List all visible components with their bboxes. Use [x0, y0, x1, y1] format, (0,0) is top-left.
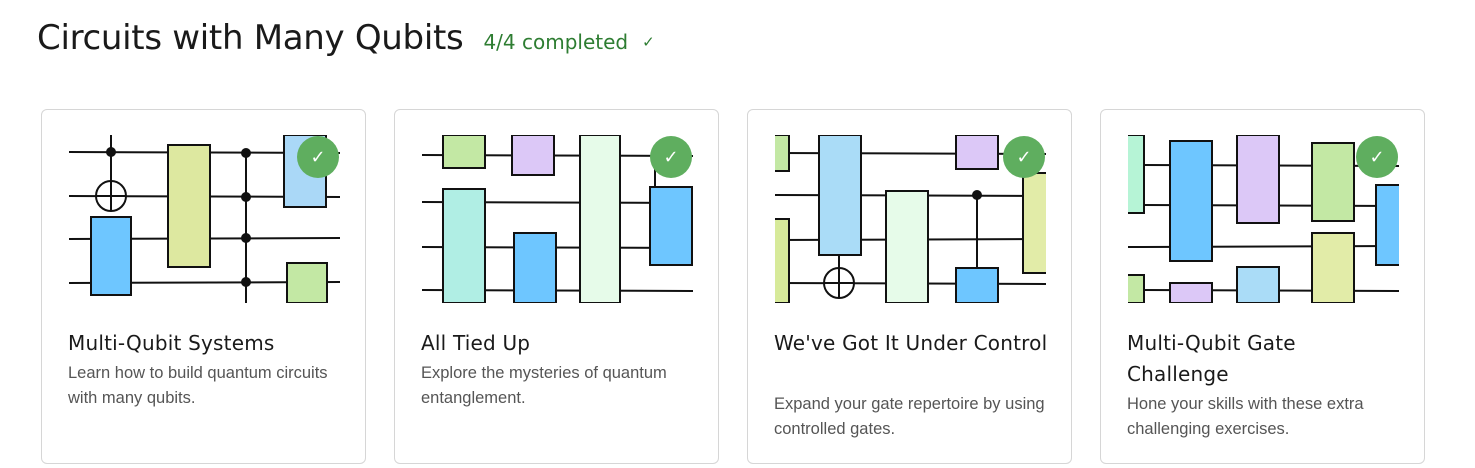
card-title: All Tied Up: [421, 331, 531, 355]
card-title: Multi-Qubit Gate Challenge: [1127, 331, 1296, 386]
lesson-card-gate-challenge[interactable]: ✓ Multi-Qubit Gate Challenge Hone your s…: [1100, 109, 1425, 464]
card-title: We've Got It Under Control: [774, 331, 1048, 355]
section-header: Circuits with Many Qubits 4/4 completed …: [37, 18, 655, 58]
progress-status: 4/4 completed ✓: [483, 30, 654, 54]
card-title: Multi-Qubit Systems: [68, 331, 275, 355]
completed-check-icon: ✓: [1003, 136, 1045, 178]
lesson-card-all-tied-up[interactable]: ✓ All Tied Up Explore the mysteries of q…: [394, 109, 719, 464]
lesson-card-multi-qubit-systems[interactable]: ✓ Multi-Qubit Systems Learn how to build…: [41, 109, 366, 464]
card-description: Explore the mysteries of quantum entangl…: [421, 364, 667, 407]
check-icon: ✓: [642, 33, 655, 51]
progress-text: 4/4 completed: [483, 30, 629, 54]
section-title: Circuits with Many Qubits: [37, 18, 464, 58]
card-description: Learn how to build quantum circuits with…: [68, 364, 328, 407]
completed-check-icon: ✓: [297, 136, 339, 178]
card-description: Hone your skills with these extra challe…: [1127, 395, 1364, 438]
completed-check-icon: ✓: [1356, 136, 1398, 178]
card-description: Expand your gate repertoire by using con…: [774, 395, 1045, 438]
lesson-cards: ✓ Multi-Qubit Systems Learn how to build…: [41, 109, 1425, 464]
completed-check-icon: ✓: [650, 136, 692, 178]
lesson-card-under-control[interactable]: ✓ We've Got It Under Control Expand your…: [747, 109, 1072, 464]
